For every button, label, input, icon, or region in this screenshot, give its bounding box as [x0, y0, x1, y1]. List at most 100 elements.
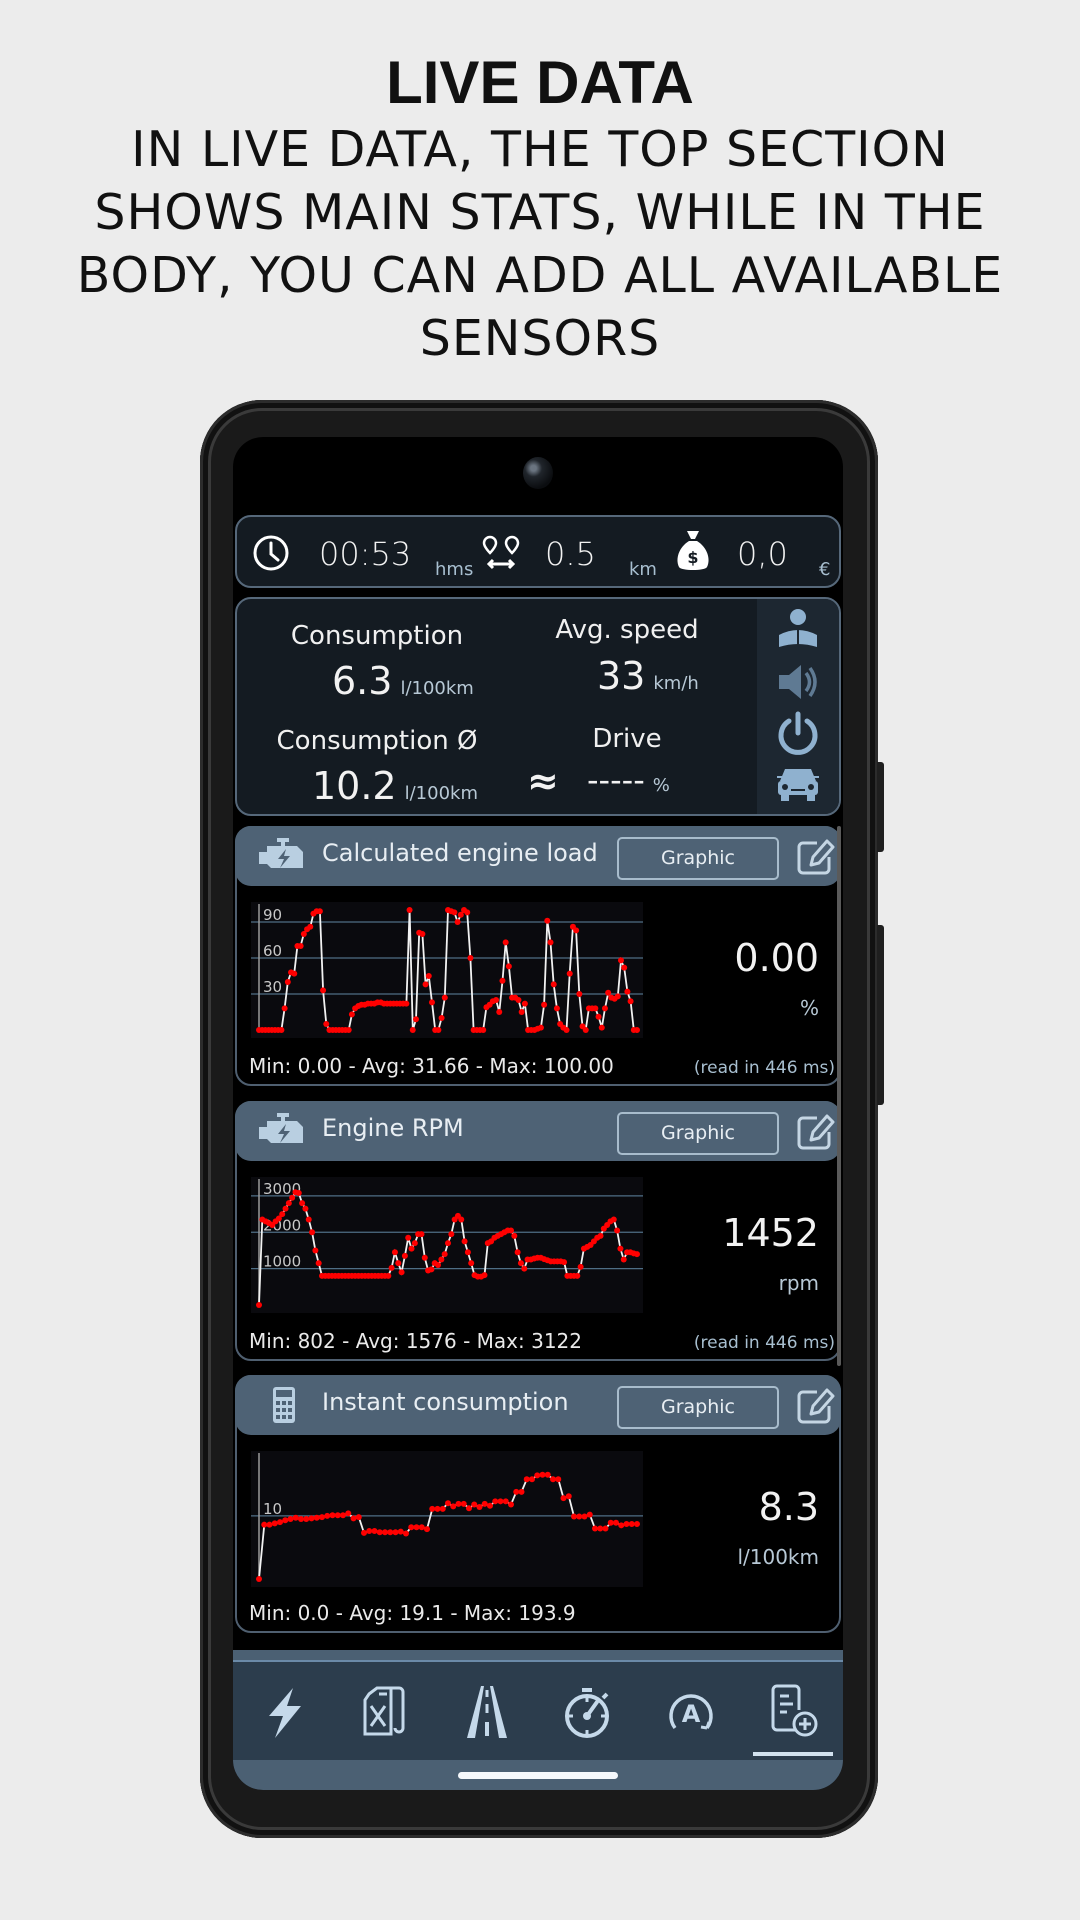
data-point [574, 1272, 581, 1279]
sensor-live-value: 1452 [722, 1211, 819, 1255]
y-tick-label: 60 [263, 942, 282, 960]
data-point [467, 955, 474, 961]
data-point [385, 1272, 392, 1279]
data-point [308, 1515, 315, 1522]
data-point [316, 908, 323, 915]
data-point [623, 1521, 630, 1528]
data-point [302, 1205, 309, 1212]
data-point [539, 1471, 546, 1478]
edit-icon[interactable] [795, 1112, 835, 1152]
data-point [618, 1522, 625, 1529]
data-point [454, 919, 461, 925]
data-point [550, 1476, 556, 1483]
data-point [303, 1516, 310, 1522]
home-indicator[interactable] [458, 1772, 618, 1779]
data-point [256, 1576, 262, 1582]
data-point [419, 931, 426, 937]
data-point [573, 927, 580, 934]
sensor-chart: 1000 2000 3000 [251, 1177, 643, 1313]
data-point [502, 1498, 509, 1505]
data-point [292, 1514, 299, 1521]
power-side-button [877, 762, 884, 852]
data-point [455, 1500, 462, 1507]
data-point [291, 970, 298, 977]
data-point [521, 1265, 528, 1272]
money-bag-icon: $ [677, 531, 709, 570]
data-point [576, 1513, 583, 1520]
power-icon[interactable] [775, 711, 821, 757]
display-mode-button[interactable]: Graphic [617, 1112, 779, 1155]
consumption-avg-value: 10.2 l/100km [312, 764, 478, 808]
fuel-can-icon[interactable] [355, 1682, 415, 1742]
engine-icon [259, 1113, 303, 1143]
nav-bar: A [233, 1660, 843, 1760]
data-point [496, 1009, 503, 1015]
consumption-value: 6.3 l/100km [332, 659, 474, 703]
speaker-icon[interactable] [775, 659, 821, 705]
data-point [464, 1249, 471, 1256]
scrollbar[interactable] [837, 826, 841, 1366]
data-point [309, 1229, 316, 1236]
sensor-live-value: 0.00 [734, 936, 819, 980]
data-point [621, 964, 628, 971]
data-point [445, 1500, 451, 1507]
display-mode-button[interactable]: Graphic [617, 1386, 779, 1429]
data-point [499, 977, 506, 984]
series-line [259, 908, 637, 1033]
data-point [617, 1245, 624, 1252]
sensor-card: Calculated engine load Graphic 30 60 90 0.… [235, 826, 841, 1086]
data-point [505, 963, 512, 970]
reader-icon[interactable] [775, 607, 821, 653]
data-point [441, 1251, 448, 1258]
instant-consumption-chart-svg: 10 [251, 1453, 643, 1582]
data-point [476, 1504, 483, 1510]
data-point [592, 1525, 598, 1532]
edit-icon[interactable] [795, 1386, 835, 1426]
headline-subtitle: IN LIVE DATA, THE TOP SECTION SHOWS MAIN… [76, 121, 1004, 367]
data-point [403, 1530, 409, 1537]
y-tick-label: 30 [263, 978, 282, 996]
data-point [282, 1517, 289, 1524]
data-point [392, 1529, 399, 1536]
data-point [571, 1513, 577, 1520]
data-point [614, 1227, 621, 1234]
trip-cost-value: 0,0 [737, 534, 788, 573]
engine-load-chart-svg: 30 60 90 [251, 904, 643, 1033]
data-point [481, 1272, 488, 1279]
drive-label: Drive [592, 724, 662, 754]
trip-time-unit: hms [435, 559, 474, 580]
lightning-icon[interactable] [255, 1682, 315, 1742]
add-report-icon[interactable] [763, 1682, 823, 1742]
data-point [412, 1016, 419, 1023]
data-point [435, 1262, 442, 1268]
data-point [466, 1505, 472, 1512]
data-point [277, 1519, 283, 1526]
data-point [279, 1211, 286, 1218]
car-icon[interactable] [775, 761, 821, 807]
avg-speed-value: 33 km/h [597, 654, 699, 698]
data-point [441, 994, 448, 1001]
display-mode-button[interactable]: Graphic [617, 837, 779, 880]
data-point [518, 1488, 525, 1495]
data-point [411, 1240, 418, 1247]
data-point [319, 1514, 325, 1521]
stopwatch-icon[interactable] [559, 1682, 619, 1742]
data-point [295, 1190, 302, 1196]
trip-distance-unit: km [629, 559, 657, 580]
data-point [307, 923, 314, 930]
data-point [355, 1514, 362, 1521]
data-point [422, 981, 429, 988]
auto-start-stop-icon[interactable]: A [661, 1682, 721, 1742]
y-tick-label: 90 [263, 906, 282, 924]
consumption-avg-label: Consumption Ø [276, 726, 478, 756]
road-icon[interactable] [457, 1682, 517, 1742]
data-point [521, 1000, 528, 1007]
data-point [329, 1512, 336, 1519]
data-point [624, 988, 631, 995]
data-point [544, 1471, 551, 1478]
data-point [508, 1227, 514, 1234]
volume-side-button [877, 925, 884, 1105]
data-point [305, 1216, 312, 1223]
edit-icon[interactable] [795, 837, 835, 877]
data-point [350, 1515, 357, 1522]
